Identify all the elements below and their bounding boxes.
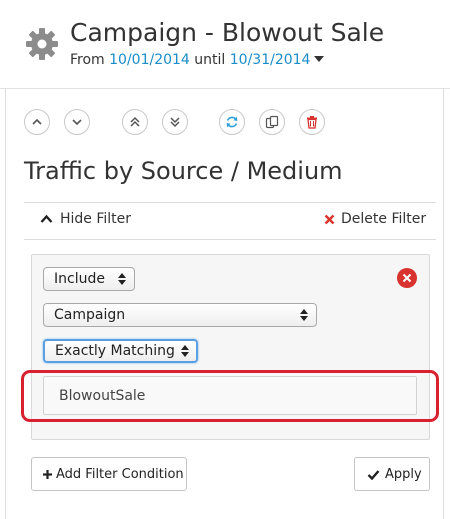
close-icon [324,214,335,224]
double-chevron-up-icon [130,116,140,127]
trash-icon [307,116,317,129]
delete-filter-button[interactable]: Delete Filter [324,211,426,227]
dimension-select[interactable]: Campaign [43,303,317,327]
include-select[interactable]: Include [43,267,135,291]
select-arrows-icon [300,309,308,321]
from-label: From [70,52,105,68]
date-range[interactable]: From 10/01/2014 until 10/31/2014 [70,52,325,68]
add-filter-condition-label: Add Filter Condition [56,466,184,482]
dimension-select-value: Campaign [54,307,126,323]
move-up-button[interactable] [24,109,50,135]
move-down-button[interactable] [64,109,90,135]
double-chevron-down-icon [170,117,180,128]
filter-value-text: BlowoutSale [59,387,146,404]
filter-value-input[interactable]: BlowoutSale [43,376,417,415]
select-arrows-icon [180,345,189,357]
select-arrows-icon [118,273,126,285]
checkmark-icon [367,469,380,480]
apply-button[interactable]: Apply [354,457,430,491]
copy-button[interactable] [259,109,285,135]
until-label: until [194,52,226,68]
move-bottom-button[interactable] [162,109,188,135]
start-date-link[interactable]: 10/01/2014 [109,52,190,68]
hide-filter-toggle[interactable]: Hide Filter [40,211,131,227]
widget-title: Traffic by Source / Medium [24,157,343,185]
remove-condition-button[interactable] [397,268,417,288]
gear-icon[interactable] [25,27,59,61]
refresh-button[interactable] [219,109,245,135]
page-title: Campaign - Blowout Sale [70,18,385,47]
delete-filter-label: Delete Filter [341,211,427,227]
panel-left-border [5,88,6,519]
chevron-up-icon [32,118,42,125]
divider [24,239,436,240]
match-type-select[interactable]: Exactly Matching [43,339,198,363]
caret-down-icon[interactable] [314,56,325,62]
chevron-up-icon [40,214,53,223]
include-select-value: Include [54,271,105,287]
apply-label: Apply [385,466,422,482]
end-date-link[interactable]: 10/31/2014 [230,52,311,68]
delete-widget-button[interactable] [299,109,325,135]
move-top-button[interactable] [122,109,148,135]
refresh-icon [226,116,238,128]
match-type-select-value: Exactly Matching [55,343,175,359]
hide-filter-label: Hide Filter [60,211,132,227]
add-filter-condition-button[interactable]: Add Filter Condition [31,457,187,491]
divider [24,202,436,203]
plus-icon [43,469,52,479]
copy-icon [265,115,279,129]
close-icon [402,273,412,283]
panel-right-border [443,88,444,519]
chevron-down-icon [72,119,82,126]
